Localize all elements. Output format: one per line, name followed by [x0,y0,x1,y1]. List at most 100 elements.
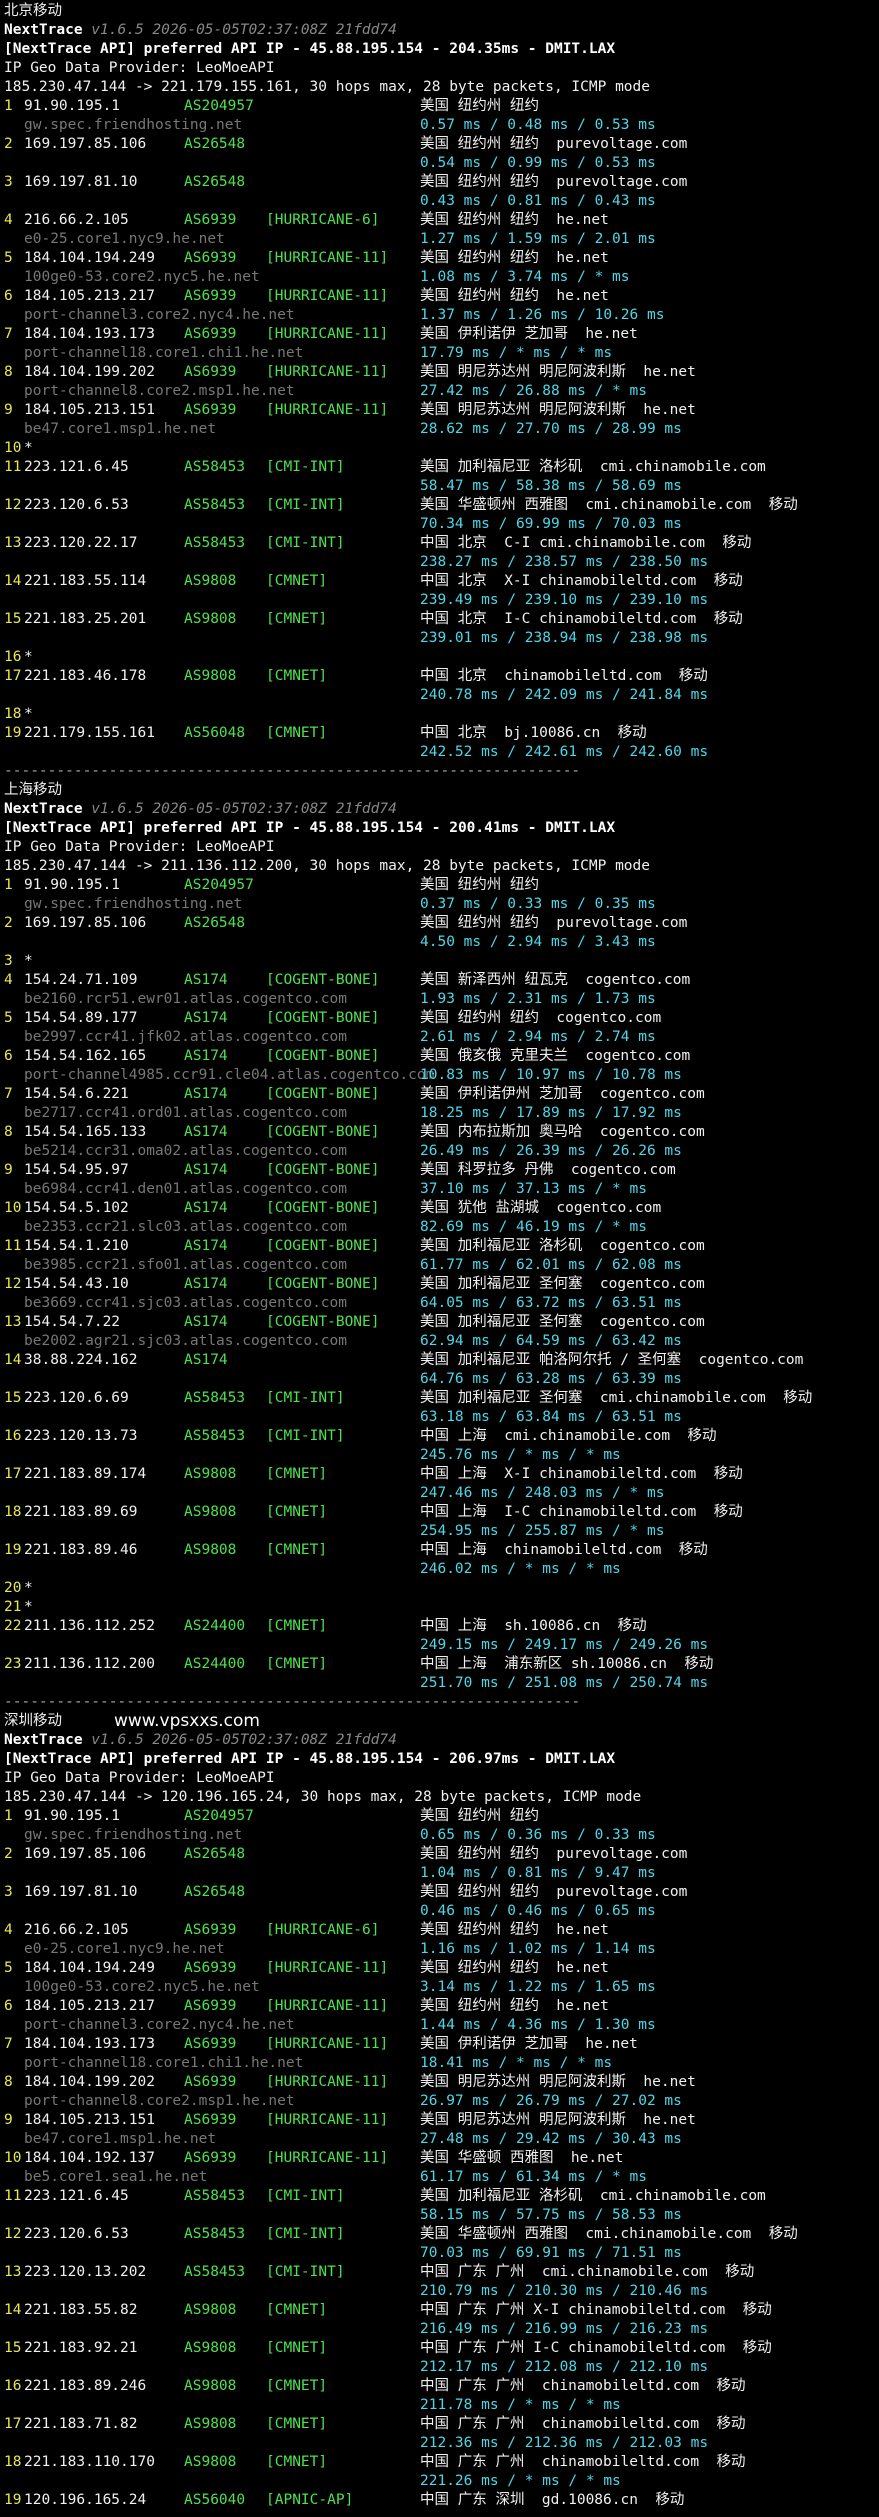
hop-number: 16 [4,649,22,665]
hop-geo: 美国 俄亥俄 克里夫兰 cogentco.com [420,1048,691,1064]
hop-detail-row: 63.18 ms / 63.84 ms / 63.51 ms [4,1408,875,1427]
hop-asn: AS58453 [184,2226,246,2242]
hop-latency: 27.48 ms / 29.42 ms / 30.43 ms [420,2131,682,2147]
hop-ip: 223.121.6.45 [24,459,129,475]
hop-asn: AS9808 [184,1466,237,1482]
hop-geo: 美国 纽约州 纽约 he.net [420,1960,609,1976]
hop-asn: AS26548 [184,915,246,931]
hop-latency: 17.79 ms / * ms / * ms [420,345,613,361]
hop-ip: 154.54.7.22 [24,1314,121,1330]
hop-asn: AS24400 [184,1618,246,1634]
hop-asn: AS174 [184,1086,228,1102]
hop-number: 6 [4,1048,13,1064]
hop-row: 4 154.24.71.109 AS174 [COGENT-BONE] 美国 新泽西州 … [4,971,875,990]
hop-hostname: port-channel3.core2.nyc4.he.net [24,307,295,323]
hop-ip: 184.104.193.173 [24,2036,155,2052]
hop-latency: 70.34 ms / 69.99 ms / 70.03 ms [420,516,682,532]
hop-ip: 221.183.46.178 [24,668,147,684]
hop-geo: 美国 犹他 盐湖城 cogentco.com [420,1200,662,1216]
hop-asn: AS9808 [184,2340,237,2356]
hop-asn: AS9808 [184,2416,237,2432]
hop-asn: AS6939 [184,288,237,304]
hop-hostname: be2002.agr21.sjc03.atlas.cogentco.com [24,1333,348,1349]
hop-latency: 10.83 ms / 10.97 ms / 10.78 ms [420,1067,682,1083]
hop-row: 13 223.120.13.202 AS58453 [CMI-INT] 中国 广东 广州… [4,2263,875,2282]
hop-geo: 美国 内布拉斯加 奥马哈 cogentco.com [420,1124,705,1140]
hop-geo: 美国 纽约州 纽约 purevoltage.com [420,136,688,152]
terminal-output: 北京移动 NextTrace v1.6.5 2026-05-05T02:37:08… [4,2,875,2510]
hop-geo: 中国 北京 I-C chinamobileltd.com 移动 [420,611,743,627]
hop-detail-row: gw.spec.friendhosting.net 0.37 ms / 0.33 … [4,895,875,914]
hop-hostname: port-channel8.core2.msp1.he.net [24,383,295,399]
hop-number: 8 [4,2074,13,2090]
hop-asn: AS174 [184,1200,228,1216]
hop-latency: 62.94 ms / 64.59 ms / 63.42 ms [420,1333,682,1349]
hop-row: 15 223.120.6.69 AS58453 [CMI-INT] 美国 加利福尼亚 圣… [4,1389,875,1408]
hop-hostname: be2353.ccr21.slc03.atlas.cogentco.com [24,1219,348,1235]
hop-number: 22 [4,1618,22,1634]
hop-ip: 154.24.71.109 [24,972,138,988]
hop-number: 6 [4,288,13,304]
section-separator: ----------------------------------------… [4,762,875,781]
hop-asn: AS174 [184,972,228,988]
hop-detail-row: be47.core1.msp1.he.net 27.48 ms / 29.42 m… [4,2130,875,2149]
app-brand: NextTrace [4,801,83,817]
hop-row: 7 184.104.193.173 AS6939 [HURRICANE-11] 美国 伊… [4,325,875,344]
hop-geo: 美国 纽约州 纽约 he.net [420,288,609,304]
hop-asn: AS6939 [184,364,237,380]
version-meta: v1.6.5 2026-05-05T02:37:08Z 21fdd74 [82,22,397,38]
hop-latency: 2.61 ms / 2.94 ms / 2.74 ms [420,1029,656,1045]
hop-detail-row: 240.78 ms / 242.09 ms / 241.84 ms [4,686,875,705]
hop-network-tag: [CMI-INT] [266,1390,345,1406]
hop-asn: AS9808 [184,2454,237,2470]
hop-hostname: be47.core1.msp1.he.net [24,421,217,437]
hop-ip: 91.90.195.1 [24,877,121,893]
hop-hostname: e0-25.core1.nyc9.he.net [24,231,225,247]
hop-network-tag: [CMI-INT] [266,1428,345,1444]
route-line: 185.230.47.144 -> 211.136.112.200, 30 ho… [4,857,875,876]
hop-hostname: be2160.rcr51.ewr01.atlas.cogentco.com [24,991,348,1007]
hop-detail-row: 249.15 ms / 249.17 ms / 249.26 ms [4,1636,875,1655]
hop-ip: 154.54.1.210 [24,1238,129,1254]
hop-latency: 1.04 ms / 0.81 ms / 9.47 ms [420,1865,656,1881]
hop-detail-row: be2160.rcr51.ewr01.atlas.cogentco.com 1.9… [4,990,875,1009]
section-title-line: 深圳移动 www.vpsxxs.com [4,1712,875,1731]
hop-latency: 216.49 ms / 216.99 ms / 216.23 ms [420,2321,709,2337]
hop-latency: 212.36 ms / 212.36 ms / 212.03 ms [420,2435,709,2451]
hop-asn: AS56048 [184,725,246,741]
route-info: 185.230.47.144 -> 211.136.112.200, 30 ho… [4,858,651,874]
hop-row: 16 * [4,648,875,667]
hop-latency: 0.37 ms / 0.33 ms / 0.35 ms [420,896,656,912]
hop-row: 9 154.54.95.97 AS174 [COGENT-BONE] 美国 科罗拉多 丹… [4,1161,875,1180]
hop-ip: 154.54.6.221 [24,1086,129,1102]
hop-latency: 64.76 ms / 63.28 ms / 63.39 ms [420,1371,682,1387]
route-line: 185.230.47.144 -> 120.196.165.24, 30 hop… [4,1788,875,1807]
hop-number: 5 [4,1960,13,1976]
section-title-line: 北京移动 [4,2,875,21]
hop-hostname: e0-25.core1.nyc9.he.net [24,1941,225,1957]
hop-geo: 美国 纽约州 纽约 [420,877,539,893]
hop-ip: 184.104.199.202 [24,364,155,380]
hop-ip: 221.183.71.82 [24,2416,138,2432]
section-title: 深圳移动 [4,1713,62,1729]
hop-ip: 169.197.81.10 [24,174,138,190]
hop-network-tag: [CMNET] [266,2378,328,2394]
hop-asn: AS6939 [184,212,237,228]
hop-network-tag: [CMI-INT] [266,2226,345,2242]
hop-ip: 154.54.89.177 [24,1010,138,1026]
hop-geo: 美国 加利福尼亚 洛杉矶 cogentco.com [420,1238,705,1254]
hop-geo: 美国 纽约州 纽约 [420,98,539,114]
hop-number: 20 [4,1580,22,1596]
hop-number: 10 [4,440,22,456]
hop-row: 19 221.179.155.161 AS56048 [CMNET] 中国 北京 bj.… [4,724,875,743]
hop-row: 1 91.90.195.1 AS204957 美国 纽约州 纽约 [4,876,875,895]
hop-geo: 中国 上海 sh.10086.cn 移动 [420,1618,647,1634]
hop-geo: 美国 伊利诺伊 芝加哥 he.net [420,326,638,342]
separator-text: ----------------------------------------… [4,763,581,779]
hop-row: 16 221.183.89.246 AS9808 [CMNET] 中国 广东 广州 ch… [4,2377,875,2396]
hop-number: 7 [4,326,13,342]
hop-ip: 221.183.89.46 [24,1542,138,1558]
hop-geo: 美国 纽约州 纽约 [420,1808,539,1824]
hop-latency: 18.41 ms / * ms / * ms [420,2055,613,2071]
hop-latency: 211.78 ms / * ms / * ms [420,2397,621,2413]
